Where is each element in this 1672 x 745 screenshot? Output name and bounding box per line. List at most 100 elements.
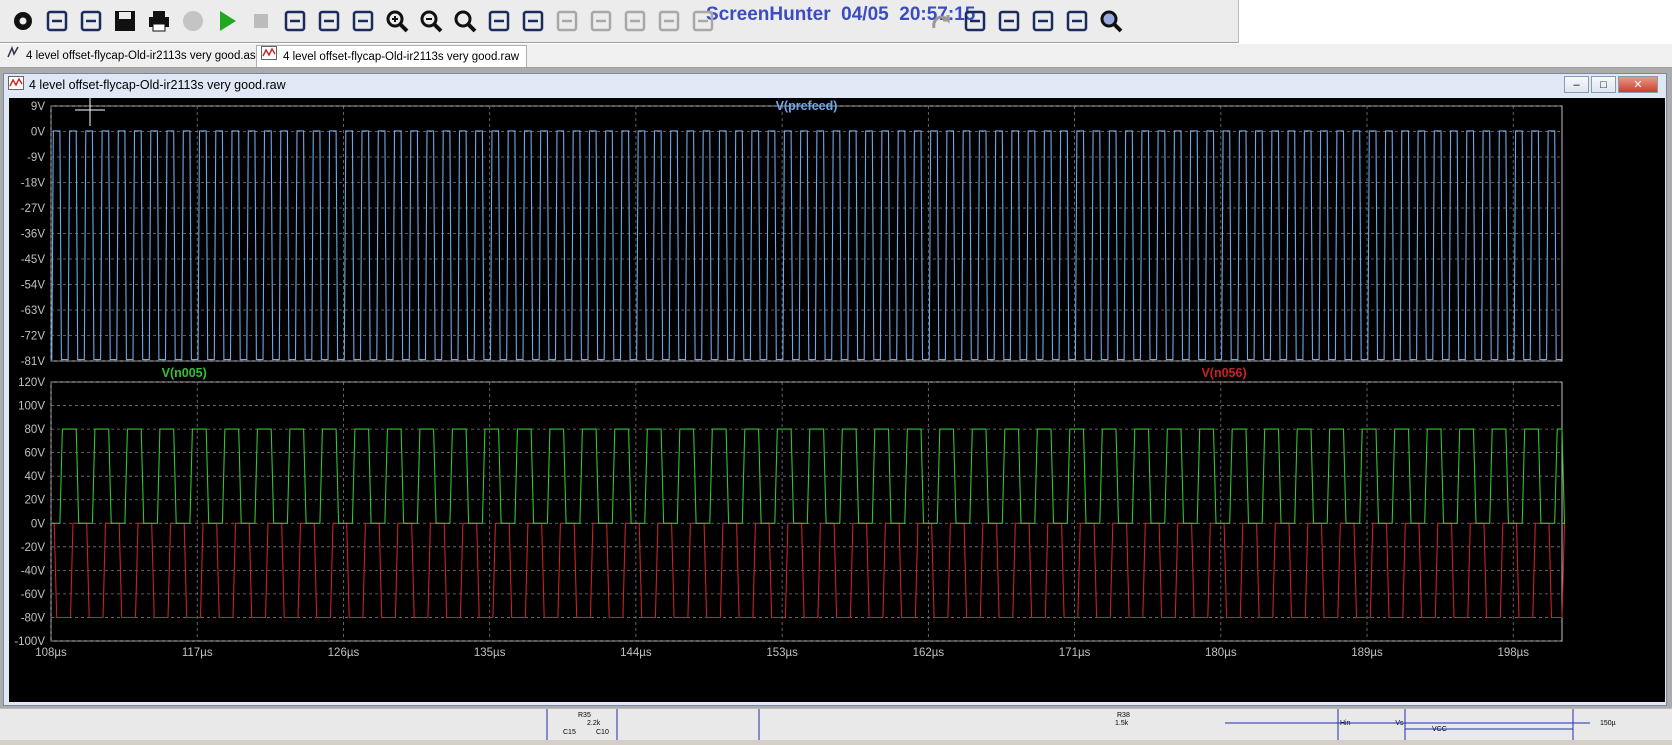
schematic-preview-svg: R352.2kC15C10R381.5kHin-VsVCC150µ <box>546 709 1616 740</box>
save-icon <box>115 11 135 31</box>
print-icon[interactable] <box>144 6 174 36</box>
mirror-icon <box>998 10 1020 32</box>
tile-horizontal-icon <box>318 10 340 32</box>
wire-icon <box>556 10 578 32</box>
settings-gear-icon[interactable] <box>8 6 38 36</box>
find-icon[interactable] <box>1096 6 1126 36</box>
waveform-plot-svg[interactable]: 9V 0V -9V -18V -27V -36V -45V -54V -63V -72V -81V 1… <box>9 98 1665 702</box>
x-tick-label: 171µs <box>1059 647 1091 659</box>
settings-gear-icon <box>14 12 32 30</box>
wire-icon[interactable] <box>552 6 582 36</box>
print-icon <box>149 11 169 32</box>
n005-y-tick-label: 20V <box>25 495 46 507</box>
run-icon[interactable] <box>212 6 242 36</box>
x-tick-label: 153µs <box>766 647 798 659</box>
halt-icon[interactable] <box>178 6 208 36</box>
rotate-icon <box>964 10 986 32</box>
schematic-label: 150µ <box>1600 720 1616 727</box>
schematic-window-strip: R352.2kC15C10R381.5kHin-VsVCC150µ <box>0 708 1672 740</box>
waveform-icon <box>522 10 544 32</box>
close-icon: ✕ <box>1633 79 1643 91</box>
tab-label: 4 level offset-flycap-Old-ir2113s very g… <box>283 51 520 64</box>
zoom-fit-icon <box>454 10 477 33</box>
prefeed-y-tick-label: -54V <box>21 280 46 292</box>
ground-icon[interactable] <box>586 6 616 36</box>
prefeed-y-tick-label: -63V <box>21 305 46 317</box>
maximize-button[interactable]: □ <box>1591 76 1616 93</box>
capacitor-icon <box>692 10 714 32</box>
zoom-fit-icon[interactable] <box>450 6 480 36</box>
tile-vertical-icon[interactable] <box>280 6 310 36</box>
n005-y-tick-label: 80V <box>25 424 46 436</box>
tab-waveform[interactable]: 4 level offset-flycap-Old-ir2113s very g… <box>256 45 528 68</box>
tile-horizontal-icon[interactable] <box>314 6 344 36</box>
n005-y-tick-label: -40V <box>21 565 46 577</box>
schematic-label: R38 <box>1117 712 1130 719</box>
waveform-window: 4 level offset-flycap-Old-ir2113s very g… <box>3 73 1667 706</box>
halt-icon <box>183 11 203 31</box>
minimize-button[interactable]: – <box>1564 76 1589 93</box>
stop-icon <box>254 14 268 28</box>
zoom-in-icon[interactable] <box>382 6 412 36</box>
spice-directive-icon <box>1066 10 1088 32</box>
close-button[interactable]: ✕ <box>1618 76 1658 93</box>
waveform-icon <box>8 75 24 96</box>
mouse-crosshair-cursor <box>75 98 105 126</box>
prefeed-y-tick-label: -72V <box>21 331 46 343</box>
tab-schematic[interactable]: 4 level offset-flycap-Old-ir2113s very g… <box>6 45 261 66</box>
rotate-icon[interactable] <box>960 6 990 36</box>
new-schematic-icon <box>46 10 68 32</box>
tab-label: 4 level offset-flycap-Old-ir2113s very g… <box>26 50 262 63</box>
text-icon[interactable] <box>1028 6 1058 36</box>
prefeed-y-tick-label: -36V <box>21 229 46 241</box>
label-icon[interactable] <box>620 6 650 36</box>
prefeed-y-tick-label: 9V <box>31 101 45 113</box>
prefeed-y-tick-label: -45V <box>21 254 46 266</box>
schematic-label: 2.2k <box>587 720 601 727</box>
run-icon <box>220 11 236 31</box>
schematic-icon <box>6 45 20 67</box>
waveform-icon[interactable] <box>518 6 548 36</box>
x-tick-label: 135µs <box>474 647 506 659</box>
schematic-label: C10 <box>596 729 609 736</box>
zoom-out-icon[interactable] <box>416 6 446 36</box>
schematic-label: 1.5k <box>1115 720 1129 727</box>
open-folder-icon[interactable] <box>76 6 106 36</box>
window-title: 4 level offset-flycap-Old-ir2113s very g… <box>29 78 286 92</box>
capacitor-icon[interactable] <box>688 6 718 36</box>
schematic-label: C15 <box>563 729 576 736</box>
waveform-plot-area[interactable]: 9V 0V -9V -18V -27V -36V -45V -54V -63V -72V -81V 1… <box>9 98 1665 702</box>
redo-icon[interactable] <box>926 6 956 36</box>
prefeed-y-tick-label: -27V <box>21 203 46 215</box>
ground-icon <box>590 10 612 32</box>
save-icon[interactable] <box>110 6 140 36</box>
zoom-out-icon <box>420 10 443 33</box>
x-tick-label: 126µs <box>328 647 360 659</box>
stop-icon[interactable] <box>246 6 276 36</box>
mdi-workspace: 4 level offset-flycap-Old-ir2113s very g… <box>0 68 1672 708</box>
legend-label-prefeed: V(prefeed) <box>776 99 838 113</box>
autorange-icon[interactable] <box>484 6 514 36</box>
prefeed-y-tick-label: -18V <box>21 178 46 190</box>
schematic-label: R35 <box>578 712 591 719</box>
zoom-in-icon <box>386 10 409 33</box>
open-folder-icon <box>80 10 102 32</box>
find-icon <box>1100 10 1123 33</box>
n005-y-tick-label: 100V <box>18 401 45 413</box>
n005-y-tick-label: 120V <box>18 377 45 389</box>
resistor-icon[interactable] <box>654 6 684 36</box>
text-icon <box>1032 10 1054 32</box>
mirror-icon[interactable] <box>994 6 1024 36</box>
label-icon <box>624 10 646 32</box>
x-tick-label: 162µs <box>913 647 945 659</box>
autorange-icon <box>488 10 510 32</box>
spice-directive-icon[interactable] <box>1062 6 1092 36</box>
waveform-icon <box>261 46 277 68</box>
prefeed-y-tick-label: -9V <box>27 152 45 164</box>
prefeed-y-tick-label: 0V <box>31 127 45 139</box>
n005-y-tick-label: 40V <box>25 471 46 483</box>
n005-y-tick-label: -60V <box>21 589 46 601</box>
cascade-icon[interactable] <box>348 6 378 36</box>
pane-frame-n005-n056 <box>50 381 1563 642</box>
new-schematic-icon[interactable] <box>42 6 72 36</box>
